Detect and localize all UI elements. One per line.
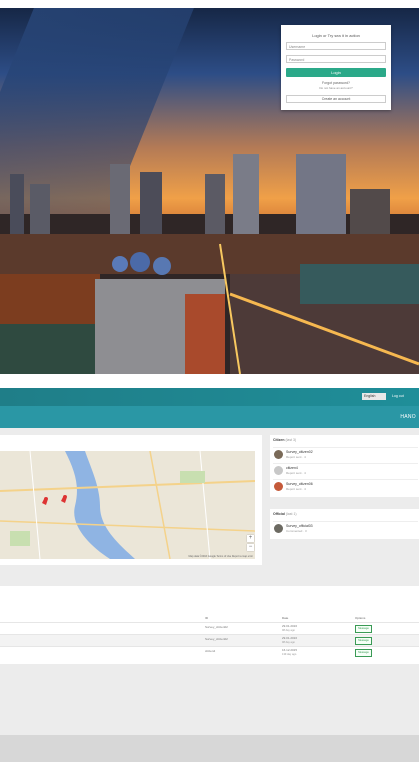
- footer: [0, 735, 419, 762]
- top-bar: English Log out: [0, 388, 419, 406]
- table-row: citizen4 16.12.2015 139 day ago Message: [0, 646, 419, 659]
- official-name: Survey_official03: [286, 524, 313, 528]
- citizen-name: citizen4: [286, 466, 298, 470]
- row-ago: 98 day ago: [282, 641, 295, 644]
- message-button[interactable]: Message: [355, 637, 372, 645]
- citizen-status: Report sent · 4: [286, 487, 306, 491]
- map-attribution: Map data ©2016 Google Terms of Use Repor…: [188, 555, 253, 558]
- official-item[interactable]: Survey_official03 Commented · 3: [273, 521, 418, 536]
- password-input[interactable]: Password: [286, 55, 386, 63]
- logout-link[interactable]: Log out: [392, 394, 404, 398]
- message-button[interactable]: Message: [355, 625, 372, 633]
- avatar: [274, 524, 283, 533]
- city-skyline-image: [0, 154, 419, 374]
- official-panel-title: Official (last 1): [273, 512, 297, 516]
- map-card: + − Map data ©2016 Google Terms of Use R…: [0, 435, 262, 565]
- reports-table: ID Date Options Survey_citizen02 29.01.2…: [0, 586, 419, 664]
- language-select[interactable]: English: [362, 393, 386, 400]
- login-button[interactable]: Login: [286, 68, 386, 77]
- citizen-item[interactable]: Survey_citizen02 Report sent · 4: [273, 447, 418, 462]
- message-button[interactable]: Message: [355, 649, 372, 657]
- row-date: 29.01.2016: [282, 636, 298, 640]
- login-title: Login or Try sea it in action: [312, 33, 360, 38]
- avatar: [274, 466, 283, 475]
- official-panel: Official (last 1) Survey_official03 Comm…: [270, 509, 419, 539]
- forgot-password-link[interactable]: Forgot password?: [281, 81, 391, 85]
- row-ago: 139 day ago: [282, 653, 297, 656]
- row-id: Survey_citizen02: [205, 625, 228, 629]
- avatar: [274, 450, 283, 459]
- create-account-button[interactable]: Create an account: [286, 95, 386, 103]
- column-header-id: ID: [205, 616, 208, 620]
- citizen-panel: Citizen (last 3) Survey_citizen02 Report…: [270, 435, 419, 497]
- username-input[interactable]: Username: [286, 42, 386, 50]
- column-header-date: Date: [282, 616, 289, 620]
- hero-banner: Login or Try sea it in action Username P…: [0, 8, 419, 374]
- login-box: Login or Try sea it in action Username P…: [281, 25, 391, 110]
- citizen-item[interactable]: Survey_citizen06 Report sent · 4: [273, 479, 418, 494]
- citizen-panel-title: Citizen (last 3): [273, 438, 297, 442]
- avatar: [274, 482, 283, 491]
- zoom-in-button[interactable]: +: [247, 535, 254, 542]
- citizen-status: Report sent · 4: [286, 455, 306, 459]
- citizen-name: Survey_citizen06: [286, 482, 313, 486]
- citizen-item[interactable]: citizen4 Report sent · 4: [273, 463, 418, 478]
- no-account-text: Do not have an account?: [319, 86, 353, 90]
- row-date: 29.01.2016: [282, 624, 298, 628]
- city-title: HANO: [400, 414, 416, 420]
- official-status: Commented · 3: [286, 529, 307, 533]
- row-id: citizen4: [205, 649, 216, 653]
- row-id: Survey_citizen02: [205, 637, 228, 641]
- column-header-options: Options: [355, 616, 366, 620]
- row-date: 16.12.2015: [282, 648, 298, 652]
- row-ago: 98 day ago: [282, 629, 295, 632]
- citizen-status: Report sent · 4: [286, 471, 306, 475]
- zoom-out-button[interactable]: −: [247, 544, 254, 551]
- map-graphic: [0, 451, 255, 559]
- citizen-name: Survey_citizen02: [286, 450, 313, 454]
- dashboard-screenshot: English Log out HANO + − Map data ©2016 …: [0, 388, 419, 762]
- city-map[interactable]: + − Map data ©2016 Google Terms of Use R…: [0, 451, 255, 559]
- nav-bar: HANO: [0, 406, 419, 428]
